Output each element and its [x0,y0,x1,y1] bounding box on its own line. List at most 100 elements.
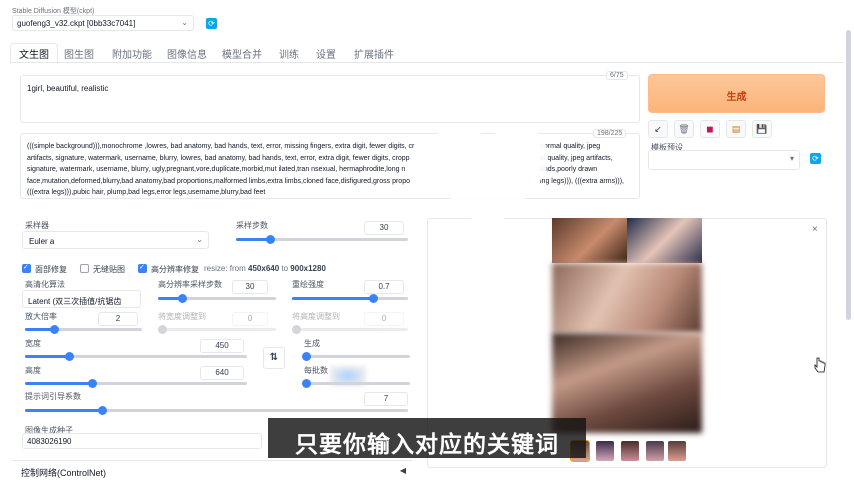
hires-fix-checkbox[interactable] [138,263,147,273]
sampler-label: 采样器 [25,221,49,230]
save-icon[interactable]: 💾 [752,120,772,138]
prompt-token-count: 6/75 [606,71,628,80]
batch-count-label: 生成 [304,339,320,348]
tab-extensions[interactable]: 扩展插件 [354,46,394,61]
tab-train[interactable]: 训练 [279,46,299,61]
prompt-input[interactable]: 1girl, beautiful, realistic [20,75,640,123]
style-book-icon[interactable]: ◼ [700,120,720,138]
model-value: guofeng3_v32.ckpt [0bb33c7041] [17,19,136,28]
output-image-2[interactable] [627,218,702,263]
style-select[interactable]: ▾ [648,150,800,170]
page-scrollbar[interactable] [846,30,851,320]
thumbnail[interactable] [596,441,614,461]
prompt-text: 1girl, beautiful, realistic [27,84,109,93]
resize-height-slider[interactable] [292,325,408,334]
upscale-by-slider[interactable] [25,325,142,334]
tab-divider [10,62,844,63]
output-image-3[interactable] [552,263,702,333]
tab-extras[interactable]: 附加功能 [112,46,152,61]
resize-prefix: resize: from [204,264,249,273]
upscaler-label: 高清化算法 [25,280,65,289]
generate-button[interactable]: 生成 [648,74,825,113]
output-image-1[interactable] [552,218,627,263]
batch-size-slider[interactable] [302,379,410,388]
thumbnail[interactable] [668,441,686,461]
negative-text-left: (((simple background))),monochrome ,lowr… [27,141,437,199]
resize-to: 900x1280 [290,264,326,273]
hires-steps-label: 高分辨率采样步数 [158,280,222,289]
cfg-label: 提示词引导系数 [25,392,81,401]
chevron-down-icon: ⌄ [196,235,203,244]
trash-icon[interactable]: 🗑 [674,120,694,138]
resize-width-input[interactable]: 0 [232,312,268,326]
sampler-value: Euler a [29,237,55,246]
cfg-input[interactable]: 7 [364,392,408,406]
width-input[interactable]: 450 [200,339,244,353]
height-label: 高度 [25,366,41,375]
cfg-slider[interactable] [25,406,408,415]
hires-steps-slider[interactable] [158,294,276,303]
negative-line-2b: al quality, jpeg artifacts, [540,154,613,162]
face-restore-label: 面部修复 [35,265,67,274]
denoise-input[interactable]: 0.7 [364,280,404,294]
negative-text-right: normal quality, jpeg al quality, jpeg ar… [540,141,636,187]
tiling-checkbox[interactable] [80,264,89,273]
generate-label: 生成 [726,92,747,103]
subtitle-box: 只要你输入对应的关键词 [268,418,586,458]
sampler-select[interactable]: Euler a ⌄ [22,231,209,249]
seed-value: 4083026190 [27,437,72,446]
upscaler-value: Latent (双三次插值/抗锯齿 [28,297,122,306]
face-restore-checkbox[interactable] [22,263,31,273]
steps-slider[interactable] [236,235,408,244]
height-slider[interactable] [25,379,247,388]
batch-count-slider[interactable] [302,352,410,361]
steps-label: 采样步数 [236,221,268,230]
negative-line-1: (((simple background))),monochrome ,lowr… [27,143,415,150]
read-params-icon[interactable]: ↙ [648,120,668,138]
width-slider[interactable] [25,352,247,361]
collapse-arrow-icon: ◀ [399,466,406,475]
swap-dimensions-icon[interactable]: ⇅ [263,347,285,369]
resize-height-label: 将高度调整到 [292,312,340,321]
negative-line-3b: ands,poorly drawn [540,166,598,173]
tiling-label: 无缝贴图 [93,265,125,274]
upscale-by-label: 放大倍率 [25,312,57,321]
denoise-slider[interactable] [292,294,408,303]
hires-steps-input[interactable]: 30 [232,280,268,294]
upscaler-select[interactable]: Latent (双三次插值/抗锯齿 [22,290,141,308]
refresh-icon[interactable]: ⟳ [810,153,821,164]
denoise-label: 重绘强度 [292,280,324,289]
tab-img2img[interactable]: 图生图 [64,46,94,61]
tab-merge[interactable]: 模型合并 [222,46,262,61]
width-label: 宽度 [25,339,41,348]
thumbnail[interactable] [621,441,639,461]
tab-settings[interactable]: 设置 [316,46,336,61]
cursor-icon [814,357,826,373]
batch-size-label: 每批数 [304,366,328,375]
negative-line-4b: ing legs))), (((extra arms))), [540,177,625,185]
thumbnail[interactable] [646,441,664,461]
negative-line-3: signature, watermark, username, blurry, … [27,166,406,173]
resize-info: resize: from 450x640 to 900x1280 [204,264,326,273]
controlnet-label: 控制网络(ControlNet) [21,468,107,478]
resize-to-word: to [279,264,291,273]
tab-txt2img[interactable]: 文生图 [10,43,58,64]
height-input[interactable]: 640 [200,366,244,380]
close-icon[interactable]: × [812,224,818,235]
resize-width-slider[interactable] [158,325,276,334]
seed-input[interactable]: 4083026190 [22,433,262,449]
subtitle-text: 只要你输入对应的关键词 [295,431,559,457]
model-select[interactable]: guofeng3_v32.ckpt [0bb33c7041] ⌄ [12,15,194,31]
heart-icon [428,125,548,235]
controlnet-accordion[interactable]: 控制网络(ControlNet) ◀ [12,460,412,480]
resize-from: 450x640 [248,264,280,273]
steps-input[interactable]: 30 [364,221,404,235]
negative-line-5: (((extra legs))),pubic hair, plump,bad l… [27,189,266,196]
upscale-by-input[interactable]: 2 [98,312,138,326]
hires-fix-label: 高分辨率修复 [151,265,199,274]
clipboard-icon[interactable]: ▤ [726,120,746,138]
refresh-icon[interactable]: ⟳ [206,18,217,29]
resize-height-input[interactable]: 0 [364,312,404,326]
negative-line-2: artifacts, signature, watermark, usernam… [27,154,410,162]
tab-png-info[interactable]: 图像信息 [167,46,207,61]
